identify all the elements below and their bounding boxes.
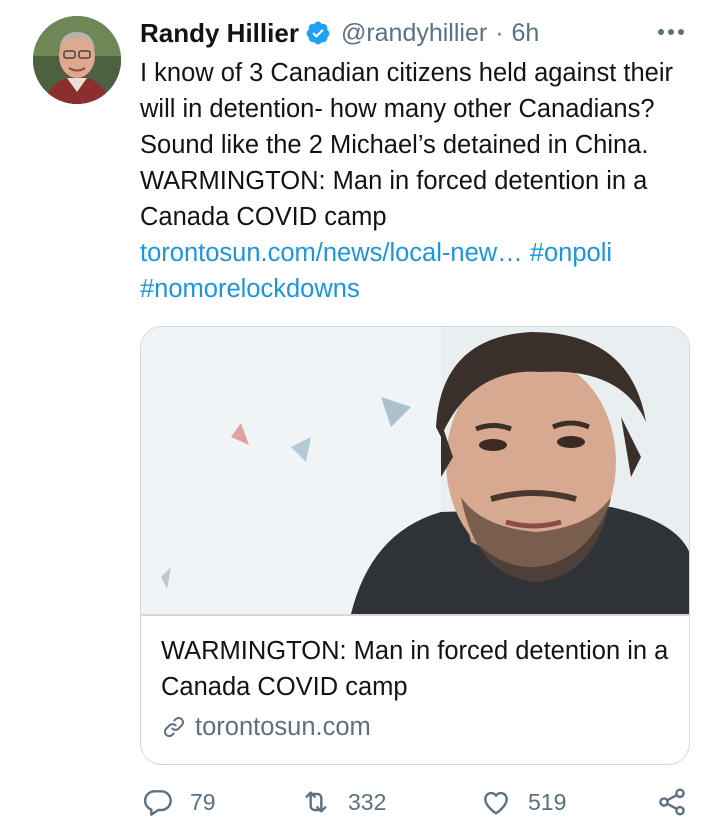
avatar-image	[33, 16, 121, 104]
card-domain: torontosun.com	[195, 712, 371, 741]
tweet-header: Randy Hillier @randyhillier · 6h	[140, 15, 539, 51]
author-handle[interactable]: @randyhillier	[341, 19, 487, 48]
header-separator: ·	[495, 18, 504, 47]
tweet-body-text: I know of 3 Canadian citizens held again…	[140, 59, 673, 231]
card-divider	[141, 614, 689, 616]
verified-badge-icon	[306, 21, 330, 45]
reply-icon	[143, 790, 172, 816]
tweet-actions: 79 332 519	[0, 780, 720, 824]
author-avatar[interactable]	[33, 16, 121, 104]
more-icon[interactable]	[654, 20, 688, 44]
retweet-icon	[305, 791, 327, 813]
tweet-timestamp[interactable]: 6h	[512, 19, 540, 48]
like-button[interactable]: 519	[480, 780, 566, 824]
share-button[interactable]	[656, 780, 688, 824]
hashtag-nomorelockdowns[interactable]: #nomorelockdowns	[140, 275, 360, 303]
like-icon	[484, 791, 508, 815]
reply-button[interactable]: 79	[142, 780, 216, 824]
card-domain-row[interactable]: torontosun.com	[161, 710, 371, 744]
tweet-link[interactable]: torontosun.com/news/local-new…	[140, 239, 523, 267]
retweet-count: 332	[348, 788, 387, 815]
tweet-text: I know of 3 Canadian citizens held again…	[140, 55, 700, 307]
link-icon	[164, 717, 184, 737]
author-name[interactable]: Randy Hillier	[140, 18, 299, 49]
card-title[interactable]: WARMINGTON: Man in forced detention in a…	[161, 633, 671, 705]
link-preview-card[interactable]: WARMINGTON: Man in forced detention in a…	[140, 326, 690, 765]
reply-count: 79	[190, 788, 216, 815]
share-icon	[659, 788, 685, 816]
hashtag-onpoli[interactable]: #onpoli	[530, 239, 612, 267]
card-image	[141, 327, 689, 614]
retweet-button[interactable]: 332	[300, 780, 386, 824]
like-count: 519	[528, 788, 567, 815]
